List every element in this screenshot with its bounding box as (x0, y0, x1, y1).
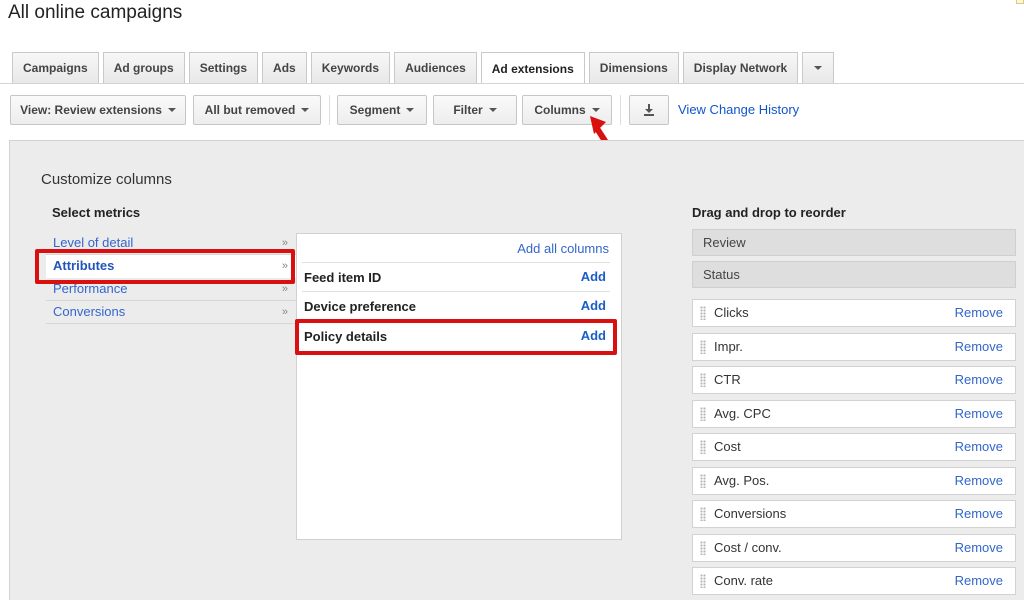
select-metrics-heading: Select metrics (52, 205, 141, 220)
selected-column-item[interactable]: Conv. rate Remove (692, 567, 1016, 595)
policy-details-highlight-box (295, 319, 617, 355)
fixed-column-review: Review (692, 229, 1016, 256)
columns-label: Columns (534, 103, 586, 117)
tab-campaigns[interactable]: Campaigns (12, 52, 99, 83)
drag-handle-icon[interactable] (700, 541, 706, 555)
category-label: Level of detail (53, 235, 134, 250)
remove-column-link[interactable]: Remove (955, 434, 1003, 460)
page-title: All online campaigns (8, 2, 183, 23)
selected-column-item[interactable]: Impr. Remove (692, 333, 1016, 361)
selected-column-item[interactable]: Clicks Remove (692, 299, 1016, 327)
tab-display-network[interactable]: Display Network (682, 52, 799, 83)
tab-divider (0, 83, 1024, 84)
status-filter-label: All but removed (204, 103, 296, 117)
column-name: Avg. Pos. (714, 473, 770, 488)
customize-columns-title: Customize columns (41, 171, 172, 188)
column-name: Avg. CPC (714, 406, 771, 421)
reorder-heading: Drag and drop to reorder (692, 205, 846, 220)
chevron-down-icon (406, 108, 415, 112)
toolbar: View: Review extensions All but removed … (0, 95, 1024, 125)
column-name: CTR (714, 372, 741, 387)
more-tabs-button[interactable] (802, 52, 835, 83)
attributes-highlight-box (35, 249, 295, 284)
tab-keywords[interactable]: Keywords (310, 52, 391, 83)
available-metrics-list: Add all columns Feed item ID Add Device … (296, 233, 622, 540)
remove-column-link[interactable]: Remove (955, 535, 1003, 561)
column-name: Cost / conv. (714, 540, 782, 555)
remove-column-link[interactable]: Remove (955, 568, 1003, 594)
chevron-down-icon (301, 108, 310, 112)
remove-column-link[interactable]: Remove (955, 300, 1003, 326)
tab-ads[interactable]: Ads (262, 52, 307, 83)
column-name: Clicks (714, 305, 749, 320)
toolbar-separator (329, 95, 330, 125)
tab-bar: Campaigns Ad groups Settings Ads Keyword… (12, 52, 838, 84)
view-dropdown-label: View: Review extensions (20, 103, 162, 117)
remove-column-link[interactable]: Remove (955, 367, 1003, 393)
remove-column-link[interactable]: Remove (955, 334, 1003, 360)
chevron-right-icon: » (281, 306, 288, 318)
drag-handle-icon[interactable] (700, 507, 706, 521)
segment-label: Segment (349, 103, 401, 117)
download-button[interactable] (629, 95, 669, 125)
selected-column-item[interactable]: Cost Remove (692, 433, 1016, 461)
chevron-down-icon (488, 108, 497, 112)
column-name: Conv. rate (714, 573, 774, 588)
drag-handle-icon[interactable] (700, 440, 706, 454)
selected-column-item[interactable]: CTR Remove (692, 366, 1016, 394)
selected-column-item[interactable]: Avg. Pos. Remove (692, 467, 1016, 495)
category-conversions[interactable]: Conversions » (46, 301, 296, 324)
column-name: Cost (714, 439, 741, 454)
drag-handle-icon[interactable] (700, 474, 706, 488)
drag-handle-icon[interactable] (700, 407, 706, 421)
tab-ad-groups[interactable]: Ad groups (102, 52, 185, 83)
tab-audiences[interactable]: Audiences (394, 52, 477, 83)
tab-settings[interactable]: Settings (188, 52, 259, 83)
tab-ad-extensions[interactable]: Ad extensions (480, 52, 585, 84)
filter-dropdown[interactable]: Filter (433, 95, 517, 125)
view-change-history-link[interactable]: View Change History (678, 102, 799, 117)
fixed-column-status: Status (692, 261, 1016, 288)
remove-column-link[interactable]: Remove (955, 501, 1003, 527)
category-label: Conversions (53, 304, 126, 319)
filter-label: Filter (453, 103, 483, 117)
metric-row: Feed item ID Add (302, 262, 610, 291)
remove-column-link[interactable]: Remove (955, 468, 1003, 494)
drag-handle-icon[interactable] (700, 574, 706, 588)
column-name: Impr. (714, 339, 743, 354)
add-metric-button[interactable]: Add (581, 269, 606, 284)
drag-handle-icon[interactable] (700, 340, 706, 354)
selected-column-item[interactable]: Cost / conv. Remove (692, 534, 1016, 562)
view-dropdown[interactable]: View: Review extensions (10, 95, 186, 125)
status-filter-dropdown[interactable]: All but removed (193, 95, 321, 125)
tab-dimensions[interactable]: Dimensions (588, 52, 679, 83)
selected-column-item[interactable]: Avg. CPC Remove (692, 400, 1016, 428)
column-name: Conversions (714, 506, 787, 521)
segment-dropdown[interactable]: Segment (337, 95, 427, 125)
selected-column-item[interactable]: Conversions Remove (692, 500, 1016, 528)
add-all-columns-link[interactable]: Add all columns (517, 241, 609, 256)
drag-handle-icon[interactable] (700, 306, 706, 320)
chevron-down-icon (167, 108, 176, 112)
add-metric-button[interactable]: Add (581, 298, 606, 313)
metric-name: Feed item ID (304, 270, 382, 285)
download-icon (644, 104, 654, 116)
corner-notification-tab[interactable] (1016, 0, 1024, 4)
metric-row: Device preference Add (302, 291, 610, 320)
remove-column-link[interactable]: Remove (955, 401, 1003, 427)
metric-name: Device preference (304, 299, 417, 314)
chevron-down-icon (814, 66, 823, 70)
drag-handle-icon[interactable] (700, 373, 706, 387)
